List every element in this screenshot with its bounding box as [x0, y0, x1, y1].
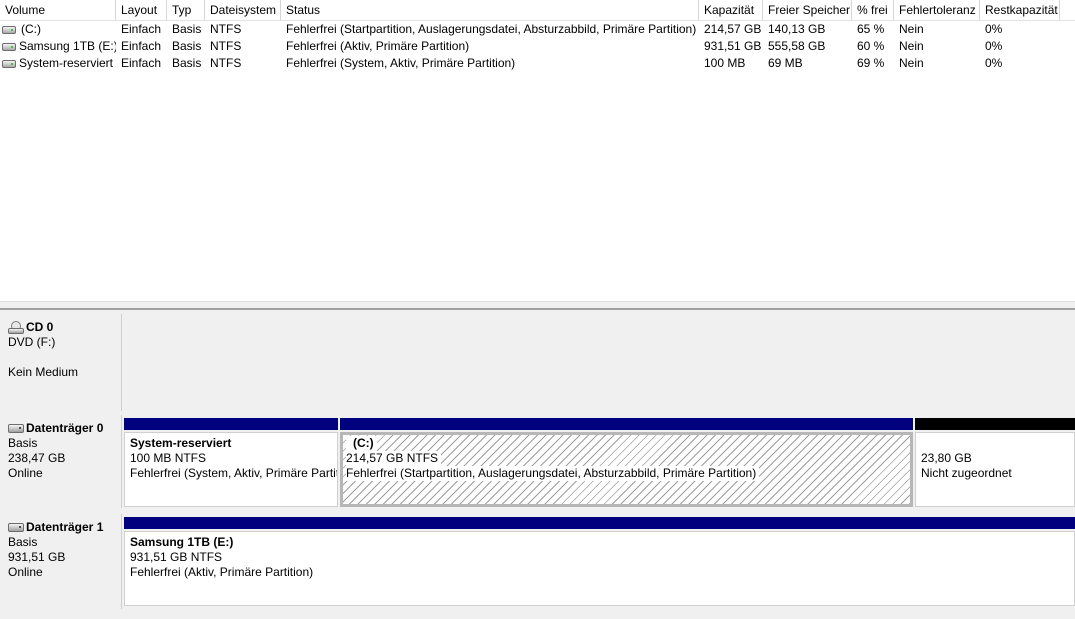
column-header-status[interactable]: Status [281, 0, 699, 20]
disk-type: Basis [8, 436, 38, 450]
column-header-volume[interactable]: Volume [0, 0, 116, 20]
prozent-frei-cell: 69 % [857, 56, 885, 70]
partition-body: (C:) 214,57 GB NTFS Fehlerfrei (Startpar… [340, 432, 913, 507]
fehlertoleranz-cell: Nein [899, 22, 924, 36]
disk-label-cd0[interactable]: CD 0 DVD (F:) Kein Medium [0, 314, 122, 411]
freier-speicher-cell: 140,13 GB [768, 22, 826, 36]
list-header: Volume Layout Typ Dateisystem Status Kap… [0, 0, 1075, 21]
column-header-freier-speicher[interactable]: Freier Speicher [763, 0, 852, 20]
partition-name: System-reserviert [130, 436, 232, 450]
partition-system-reserved[interactable]: System-reserviert 100 MB NTFS Fehlerfrei… [124, 418, 338, 507]
drive-icon [2, 42, 16, 51]
disk-title: CD 0 [26, 320, 54, 334]
media-status: Kein Medium [8, 365, 79, 379]
partition-size: 100 MB NTFS [130, 451, 207, 465]
partition-status: Fehlerfrei (Aktiv, Primäre Partition) [130, 565, 314, 579]
layout-cell: Einfach [121, 56, 162, 70]
partition-size: 23,80 GB [921, 451, 972, 465]
dateisystem-cell: NTFS [210, 39, 242, 53]
kapazitaet-cell: 931,51 GB [704, 39, 762, 53]
fehlertoleranz-cell: Nein [899, 39, 924, 53]
dateisystem-cell: NTFS [210, 56, 242, 70]
kapazitaet-cell: 100 MB [704, 56, 746, 70]
partition-c[interactable]: (C:) 214,57 GB NTFS Fehlerfrei (Startpar… [340, 418, 913, 507]
column-header-prozent-frei[interactable]: % frei [852, 0, 894, 20]
partition-body: Samsung 1TB (E:) 931,51 GB NTFS Fehlerfr… [124, 531, 1075, 606]
pane-splitter[interactable] [0, 301, 1075, 310]
partition-body: System-reserviert 100 MB NTFS Fehlerfrei… [124, 432, 338, 507]
partition-name: Samsung 1TB (E:) [130, 535, 234, 549]
hard-disk-icon [8, 424, 24, 433]
partition-status: Nicht zugeordnet [921, 466, 1012, 480]
restkapazitaet-cell: 0% [985, 56, 1003, 70]
disk-map: CD 0 DVD (F:) Kein Medium Datenträger 0 … [0, 310, 1075, 619]
typ-cell: Basis [172, 22, 202, 36]
drive-icon [2, 59, 16, 68]
disk-area-disk1: Samsung 1TB (E:) 931,51 GB NTFS Fehlerfr… [123, 517, 1075, 606]
table-row[interactable]: Samsung 1TB (E:) Einfach Basis NTFS Fehl… [0, 38, 1075, 55]
table-row[interactable]: (C:) Einfach Basis NTFS Fehlerfrei (Star… [0, 21, 1075, 38]
fehlertoleranz-cell: Nein [899, 56, 924, 70]
status-cell: Fehlerfrei (Startpartition, Auslagerungs… [286, 22, 697, 36]
restkapazitaet-cell: 0% [985, 39, 1003, 53]
partition-body: 23,80 GB Nicht zugeordnet [915, 432, 1075, 507]
hard-disk-icon [8, 523, 24, 532]
freier-speicher-cell: 69 MB [768, 56, 803, 70]
drive-letter: DVD (F:) [8, 335, 56, 349]
partition-bar [124, 418, 338, 430]
column-header-fehlertoleranz[interactable]: Fehlertoleranz [894, 0, 980, 20]
partition-size: 931,51 GB NTFS [130, 550, 223, 564]
partition-status: Fehlerfrei (Startpartition, Auslagerungs… [346, 466, 760, 481]
cd-drive-icon [8, 321, 24, 334]
volume-cell: (C:) [0, 21, 116, 38]
disk-label-disk0[interactable]: Datenträger 0 Basis 238,47 GB Online [0, 415, 122, 508]
column-header-dateisystem[interactable]: Dateisystem [205, 0, 281, 20]
disk-title: Datenträger 0 [26, 421, 104, 435]
column-header-typ[interactable]: Typ [167, 0, 205, 20]
kapazitaet-cell: 214,57 GB [704, 22, 762, 36]
volume-name: Samsung 1TB (E:) [19, 39, 116, 53]
column-header-restkapazitaet[interactable]: Restkapazität [980, 0, 1060, 20]
partition-name: (C:) [346, 436, 377, 451]
column-header-layout[interactable]: Layout [116, 0, 167, 20]
disk-label-disk1[interactable]: Datenträger 1 Basis 931,51 GB Online [0, 514, 122, 609]
disk-title: Datenträger 1 [26, 520, 104, 534]
disk-area-cd0 [123, 314, 1075, 411]
partition-unallocated[interactable]: 23,80 GB Nicht zugeordnet [915, 418, 1075, 507]
restkapazitaet-cell: 0% [985, 22, 1003, 36]
freier-speicher-cell: 555,58 GB [768, 39, 826, 53]
volume-name: (C:) [21, 22, 41, 36]
partition-bar [124, 517, 1075, 529]
volume-name: System-reserviert [19, 56, 114, 70]
table-row[interactable]: System-reserviert Einfach Basis NTFS Feh… [0, 55, 1075, 72]
disk-size: 931,51 GB [8, 550, 66, 564]
volume-list[interactable]: Volume Layout Typ Dateisystem Status Kap… [0, 0, 1075, 301]
dateisystem-cell: NTFS [210, 22, 242, 36]
disk-state: Online [8, 466, 43, 480]
partition-e[interactable]: Samsung 1TB (E:) 931,51 GB NTFS Fehlerfr… [124, 517, 1075, 606]
volume-cell: Samsung 1TB (E:) [0, 38, 116, 55]
prozent-frei-cell: 65 % [857, 22, 885, 36]
volume-cell: System-reserviert [0, 55, 116, 72]
column-header-kapazitaet[interactable]: Kapazität [699, 0, 763, 20]
prozent-frei-cell: 60 % [857, 39, 885, 53]
disk-type: Basis [8, 535, 38, 549]
partition-bar [340, 418, 913, 430]
partition-size: 214,57 GB NTFS [346, 451, 442, 466]
disk-area-disk0: System-reserviert 100 MB NTFS Fehlerfrei… [123, 418, 1075, 507]
status-cell: Fehlerfrei (System, Aktiv, Primäre Parti… [286, 56, 516, 70]
disk-state: Online [8, 565, 43, 579]
drive-icon [2, 25, 16, 34]
disk-size: 238,47 GB [8, 451, 66, 465]
partition-status: Fehlerfrei (System, Aktiv, Primäre Parti… [130, 466, 338, 480]
typ-cell: Basis [172, 39, 202, 53]
typ-cell: Basis [172, 56, 202, 70]
partition-bar [915, 418, 1075, 430]
layout-cell: Einfach [121, 22, 162, 36]
layout-cell: Einfach [121, 39, 162, 53]
status-cell: Fehlerfrei (Aktiv, Primäre Partition) [286, 39, 470, 53]
